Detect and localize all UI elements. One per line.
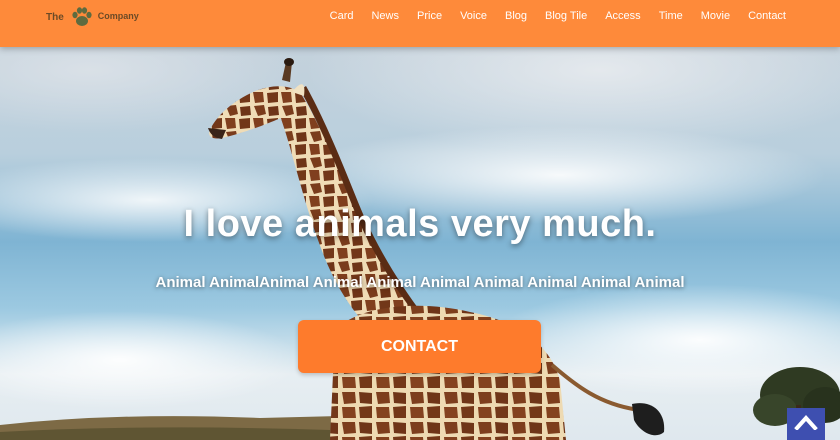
nav-item-time[interactable]: Time [650, 9, 692, 23]
brand-logo[interactable]: The Company [46, 4, 139, 30]
main-nav: Card News Price Voice Blog Blog Tile Acc… [321, 9, 795, 23]
nav-item-blog-tile[interactable]: Blog Tile [536, 9, 596, 23]
nav-item-card[interactable]: Card [321, 9, 363, 23]
brand-name-right: Company [97, 11, 139, 21]
contact-button[interactable]: CONTACT [298, 320, 541, 373]
paw-icon [72, 7, 92, 26]
nav-item-access[interactable]: Access [596, 9, 649, 23]
brand-name-left: The [46, 11, 64, 23]
nav-item-blog[interactable]: Blog [496, 9, 536, 23]
nav-item-movie[interactable]: Movie [692, 9, 739, 23]
scroll-to-top-button[interactable] [787, 408, 825, 440]
hero-title: I love animals very much. [183, 203, 657, 245]
nav-item-news[interactable]: News [362, 9, 408, 23]
chevron-up-icon [794, 415, 818, 430]
hero-subtitle: Animal AnimalAnimal Animal Animal Animal… [155, 274, 685, 291]
nav-item-price[interactable]: Price [408, 9, 451, 23]
nav-item-contact[interactable]: Contact [739, 9, 795, 23]
site-header: The Company Card News Price Voice Blog B… [0, 0, 840, 47]
nav-item-voice[interactable]: Voice [451, 9, 496, 23]
